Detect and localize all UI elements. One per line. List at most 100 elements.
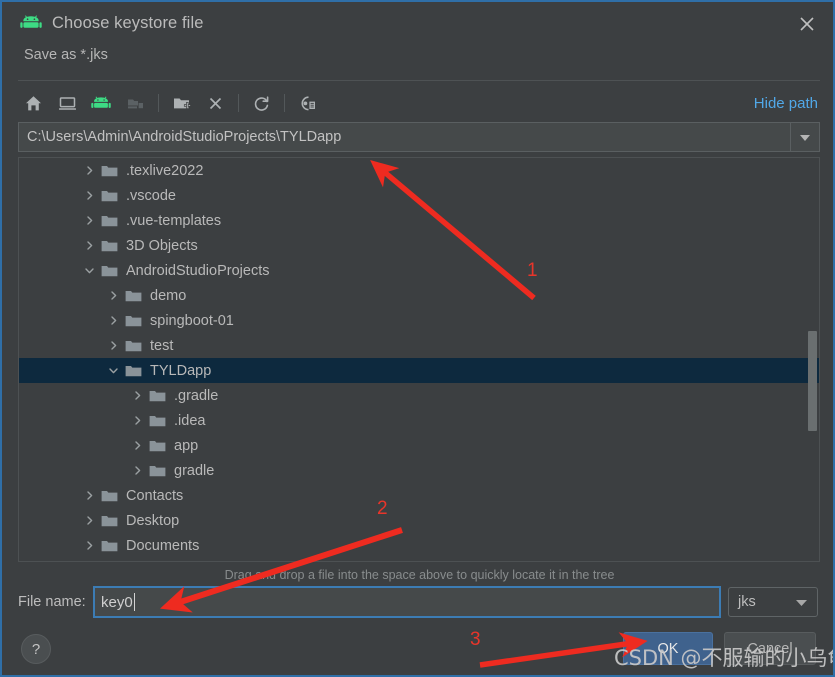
ok-button[interactable]: OK [623, 632, 713, 665]
chevron-down-icon[interactable] [795, 598, 817, 607]
title-bar: Choose keystore file [4, 4, 833, 42]
chevron-right-icon[interactable] [129, 438, 145, 454]
toolbar-separator [284, 94, 285, 112]
tree-row-label: 3D Objects [126, 237, 198, 254]
file-name-value: key0 [101, 593, 133, 611]
delete-icon[interactable] [200, 89, 230, 117]
tree-row[interactable]: 3D Objects [19, 233, 819, 258]
folder-icon [101, 488, 119, 504]
tree-row-label: Contacts [126, 487, 184, 504]
chevron-right-icon[interactable] [105, 338, 121, 354]
extension-combobox[interactable]: jks [728, 587, 818, 617]
folder-icon [125, 338, 143, 354]
folder-icon [149, 463, 167, 479]
folder-icon [101, 213, 119, 229]
chevron-right-icon[interactable] [81, 163, 97, 179]
hide-path-link[interactable]: Hide path [754, 95, 820, 112]
file-name-label: File name: [18, 594, 86, 610]
folder-icon [125, 363, 143, 379]
page-title: Choose keystore file [52, 13, 204, 32]
vertical-scrollbar[interactable] [808, 159, 818, 560]
file-name-input[interactable]: key0 [93, 586, 721, 618]
annotation-arrow-3 [479, 632, 648, 668]
chevron-right-icon[interactable] [81, 238, 97, 254]
tree-row[interactable]: Downloads [19, 558, 819, 561]
folder-icon [149, 413, 167, 429]
home-icon[interactable] [18, 89, 48, 117]
tree-row-label: Documents [126, 537, 200, 554]
scrollbar-thumb[interactable] [808, 331, 817, 431]
module-icon[interactable] [120, 89, 150, 117]
text-caret [133, 593, 135, 611]
folder-icon [125, 288, 143, 304]
path-input[interactable]: C:\Users\Admin\AndroidStudioProjects\TYL… [19, 129, 790, 145]
tree-row-label: Desktop [126, 512, 180, 529]
folder-icon [101, 538, 119, 554]
toolbar-separator [238, 94, 239, 112]
path-combobox[interactable]: C:\Users\Admin\AndroidStudioProjects\TYL… [18, 122, 820, 152]
android-robot-icon[interactable] [86, 89, 116, 117]
tree-row-label: test [150, 337, 174, 354]
choose-keystore-file-dialog: Choose keystore file Save as *.jks Hide … [0, 0, 835, 677]
chevron-right-icon[interactable] [105, 313, 121, 329]
tree-row[interactable]: test [19, 333, 819, 358]
tree-row[interactable]: .idea [19, 408, 819, 433]
desktop-icon[interactable] [52, 89, 82, 117]
chevron-right-icon[interactable] [129, 413, 145, 429]
refresh-icon[interactable] [246, 89, 276, 117]
tree-row[interactable]: AndroidStudioProjects [19, 258, 819, 283]
file-tree[interactable]: .texlive2022 .vscode .vue-templates 3D Obje… [18, 157, 820, 562]
annotation-marker-3: 3 [470, 629, 481, 650]
tree-row-label: gradle [174, 462, 215, 479]
toolbar-separator [158, 94, 159, 112]
chevron-right-icon[interactable] [81, 488, 97, 504]
help-button[interactable]: ? [21, 634, 51, 664]
folder-icon [125, 313, 143, 329]
folder-icon [101, 263, 119, 279]
folder-icon [101, 238, 119, 254]
chevron-right-icon[interactable] [105, 288, 121, 304]
tree-row-label: AndroidStudioProjects [126, 262, 270, 279]
show-hidden-icon[interactable] [292, 89, 322, 117]
tree-row[interactable]: Documents [19, 533, 819, 558]
chevron-right-icon[interactable] [81, 513, 97, 529]
chevron-right-icon[interactable] [129, 388, 145, 404]
tree-row[interactable]: Desktop [19, 508, 819, 533]
folder-icon [101, 513, 119, 529]
tree-row-label: TYLDapp [150, 362, 212, 379]
tree-row[interactable]: app [19, 433, 819, 458]
tree-row[interactable]: Contacts [19, 483, 819, 508]
cancel-button[interactable]: Cancel [724, 632, 816, 665]
folder-icon [101, 163, 119, 179]
android-robot-icon [20, 12, 42, 34]
tree-row-label: spingboot-01 [150, 312, 234, 329]
tree-row[interactable]: demo [19, 283, 819, 308]
tree-row[interactable]: .vue-templates [19, 208, 819, 233]
tree-row[interactable]: .vscode [19, 183, 819, 208]
chevron-right-icon[interactable] [129, 463, 145, 479]
tree-row-label: .texlive2022 [126, 162, 204, 179]
chevron-down-icon[interactable] [105, 363, 121, 379]
tree-row[interactable]: spingboot-01 [19, 308, 819, 333]
tree-row[interactable]: TYLDapp [19, 358, 819, 383]
folder-icon [149, 388, 167, 404]
file-chooser-toolbar: Hide path [18, 86, 820, 120]
drag-drop-hint: Drag and drop a file into the space abov… [224, 568, 615, 582]
tree-row-label: .vue-templates [126, 212, 222, 229]
file-tree-body: .texlive2022 .vscode .vue-templates 3D Obje… [19, 158, 819, 561]
chevron-right-icon[interactable] [81, 213, 97, 229]
tree-row-label: .gradle [174, 387, 219, 404]
chevron-down-icon[interactable] [790, 123, 819, 151]
close-icon[interactable] [785, 6, 829, 42]
folder-icon [101, 188, 119, 204]
tree-row[interactable]: gradle [19, 458, 819, 483]
extension-value: jks [738, 594, 756, 610]
tree-row[interactable]: .gradle [19, 383, 819, 408]
chevron-down-icon[interactable] [81, 263, 97, 279]
new-folder-icon[interactable] [166, 89, 196, 117]
tree-row-label: .vscode [126, 187, 176, 204]
tree-row[interactable]: .texlive2022 [19, 158, 819, 183]
chevron-right-icon[interactable] [81, 538, 97, 554]
chevron-right-icon[interactable] [81, 188, 97, 204]
tree-row-label: demo [150, 287, 187, 304]
